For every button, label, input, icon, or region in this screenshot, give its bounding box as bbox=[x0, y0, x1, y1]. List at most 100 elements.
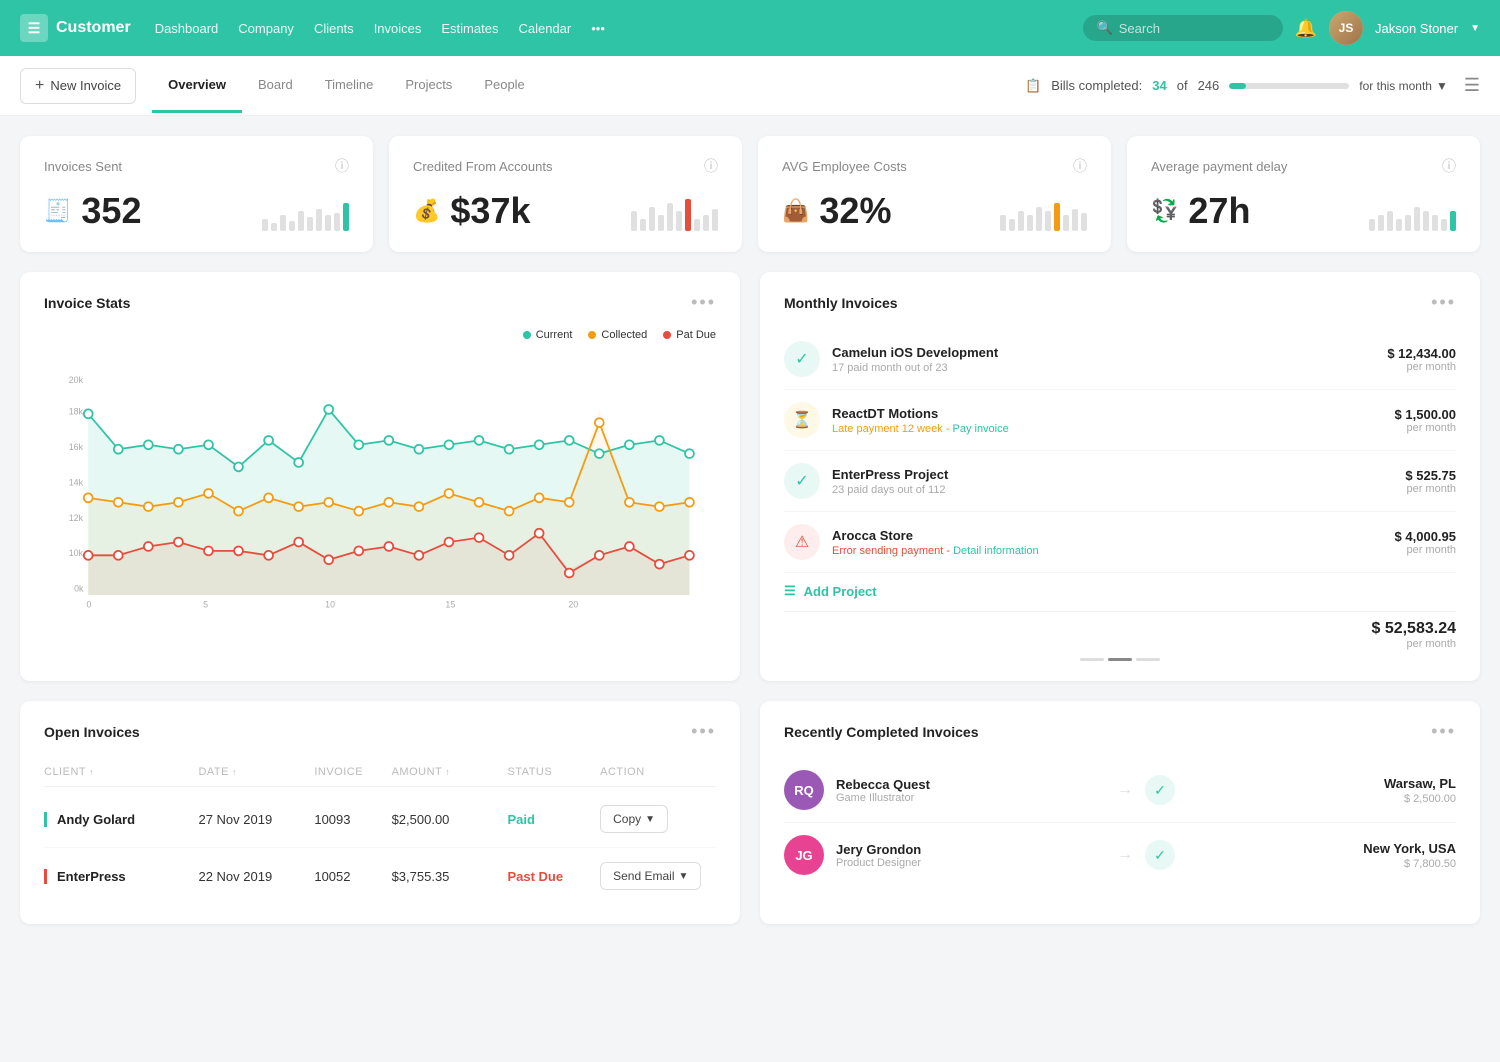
more-options-icon[interactable]: ••• bbox=[691, 292, 716, 313]
col-amount: AMOUNT ↑ bbox=[392, 766, 508, 778]
nav-estimates[interactable]: Estimates bbox=[441, 17, 498, 40]
avatar-badge: JG bbox=[784, 835, 824, 875]
tab-board[interactable]: Board bbox=[242, 59, 309, 113]
bills-progress-fill bbox=[1229, 83, 1246, 89]
invoices-sent-label: Invoices Sent bbox=[44, 159, 122, 174]
more-options-icon[interactable]: ••• bbox=[1431, 292, 1456, 313]
mini-bar bbox=[1045, 211, 1051, 231]
nav-calendar[interactable]: Calendar bbox=[518, 17, 571, 40]
completed-item: RQ Rebecca Quest Game Illustrator → ✓ Wa… bbox=[784, 758, 1456, 823]
chart-dot bbox=[565, 436, 574, 445]
invoice-sub-text: Late payment 12 week bbox=[832, 423, 943, 435]
chart-dot bbox=[174, 538, 183, 547]
nav-invoices[interactable]: Invoices bbox=[374, 17, 422, 40]
chart-dot bbox=[565, 569, 574, 578]
mini-bar bbox=[1396, 219, 1402, 231]
search-input[interactable] bbox=[1119, 21, 1259, 36]
stat-card-title: Average payment delay ⓘ bbox=[1151, 156, 1456, 176]
sort-icon[interactable]: ↑ bbox=[445, 767, 450, 777]
send-email-button[interactable]: Send Email ▼ bbox=[600, 862, 701, 890]
chart-dot bbox=[234, 462, 243, 471]
legend-current: Current bbox=[523, 329, 573, 341]
notification-bell[interactable]: 🔔 bbox=[1295, 18, 1317, 39]
invoice-item: ✓ Camelun iOS Development 17 paid month … bbox=[784, 329, 1456, 390]
sort-icon[interactable]: ↑ bbox=[89, 767, 94, 777]
mini-bar bbox=[1441, 219, 1447, 231]
mini-bar bbox=[1081, 213, 1087, 231]
top-nav-links: Dashboard Company Clients Invoices Estim… bbox=[155, 17, 1059, 40]
more-options-icon[interactable]: ••• bbox=[1431, 721, 1456, 742]
tab-projects[interactable]: Projects bbox=[389, 59, 468, 113]
chart-dot bbox=[84, 551, 93, 560]
second-navigation: + New Invoice Overview Board Timeline Pr… bbox=[0, 56, 1500, 116]
user-dropdown-icon[interactable]: ▼ bbox=[1470, 23, 1480, 34]
mini-bar bbox=[1063, 215, 1069, 231]
bills-progress-bar bbox=[1229, 83, 1349, 89]
invoice-period: per month bbox=[1387, 361, 1456, 373]
legend-past-due-label: Pat Due bbox=[676, 329, 716, 341]
menu-icon[interactable]: ☰ bbox=[1464, 75, 1480, 96]
tab-overview[interactable]: Overview bbox=[152, 59, 242, 113]
info-icon[interactable]: ⓘ bbox=[335, 156, 349, 176]
invoice-price: $ 4,000.95 bbox=[1395, 529, 1456, 544]
invoices-sent-value: 352 bbox=[81, 190, 141, 232]
chart-dot bbox=[174, 445, 183, 454]
chart-dot bbox=[535, 440, 544, 449]
chart-dot bbox=[84, 493, 93, 502]
bottom-section: Open Invoices ••• CLIENT ↑ DATE ↑ INVOIC… bbox=[20, 701, 1480, 924]
search-box[interactable]: 🔍 bbox=[1083, 15, 1283, 41]
tab-timeline[interactable]: Timeline bbox=[309, 59, 390, 113]
nav-clients[interactable]: Clients bbox=[314, 17, 354, 40]
monthly-invoices-card: Monthly Invoices ••• ✓ Camelun iOS Devel… bbox=[760, 272, 1480, 681]
nav-dashboard[interactable]: Dashboard bbox=[155, 17, 219, 40]
tab-people[interactable]: People bbox=[468, 59, 540, 113]
chart-dot bbox=[264, 436, 273, 445]
search-icon: 🔍 bbox=[1097, 20, 1113, 36]
stat-card-payment-delay: Average payment delay ⓘ 💱 27h bbox=[1127, 136, 1480, 252]
invoice-details: EnterPress Project 23 paid days out of 1… bbox=[832, 467, 1393, 496]
bills-period[interactable]: for this month ▼ bbox=[1359, 79, 1448, 93]
bills-icon: 📋 bbox=[1025, 78, 1041, 94]
open-invoices-title: Open Invoices bbox=[44, 724, 140, 740]
mini-bar bbox=[1414, 207, 1420, 231]
payment-delay-label: Average payment delay bbox=[1151, 159, 1287, 174]
nav-more[interactable]: ••• bbox=[591, 17, 605, 40]
col-client: CLIENT ↑ bbox=[44, 766, 198, 778]
detail-info-link[interactable]: Detail information bbox=[953, 545, 1039, 557]
more-options-icon[interactable]: ••• bbox=[691, 721, 716, 742]
chart-dot bbox=[475, 533, 484, 542]
chart-dot bbox=[114, 445, 123, 454]
location-name: New York, USA bbox=[1187, 841, 1456, 856]
chart-dot bbox=[595, 418, 604, 427]
new-invoice-button[interactable]: + New Invoice bbox=[20, 68, 136, 104]
new-invoice-label: New Invoice bbox=[50, 78, 121, 93]
add-project-button[interactable]: ☰ Add Project bbox=[784, 573, 1456, 603]
info-icon[interactable]: ⓘ bbox=[704, 156, 718, 176]
copy-button[interactable]: Copy ▼ bbox=[600, 805, 668, 833]
location-amount: $ 2,500.00 bbox=[1187, 793, 1456, 805]
add-project-label: Add Project bbox=[804, 584, 877, 599]
mini-bar-highlight bbox=[685, 199, 691, 231]
chart-dot bbox=[445, 440, 454, 449]
info-icon[interactable]: ⓘ bbox=[1073, 156, 1087, 176]
stat-cards: Invoices Sent ⓘ 🧾 352 bbox=[20, 136, 1480, 252]
pay-invoice-link[interactable]: Pay invoice bbox=[952, 423, 1008, 435]
chart-dot bbox=[204, 440, 213, 449]
nav-company[interactable]: Company bbox=[238, 17, 294, 40]
row-amount: $2,500.00 bbox=[392, 812, 508, 827]
nav-tabs: Overview Board Timeline Projects People bbox=[152, 59, 541, 113]
mini-bar bbox=[298, 211, 304, 231]
copy-label: Copy bbox=[613, 812, 641, 826]
location-amount: $ 7,800.50 bbox=[1187, 858, 1456, 870]
card-header: Recently Completed Invoices ••• bbox=[784, 721, 1456, 742]
info-icon[interactable]: ⓘ bbox=[1442, 156, 1456, 176]
invoice-amount: $ 525.75 per month bbox=[1405, 468, 1456, 495]
row-client: Andy Golard bbox=[44, 812, 198, 827]
chart-dot bbox=[294, 502, 303, 511]
location-details: Warsaw, PL $ 2,500.00 bbox=[1187, 776, 1456, 805]
chevron-down-icon: ▼ bbox=[679, 871, 689, 882]
chart-dot bbox=[264, 551, 273, 560]
sort-icon[interactable]: ↑ bbox=[232, 767, 237, 777]
legend-past-due: Pat Due bbox=[663, 329, 716, 341]
mini-bar bbox=[658, 215, 664, 231]
